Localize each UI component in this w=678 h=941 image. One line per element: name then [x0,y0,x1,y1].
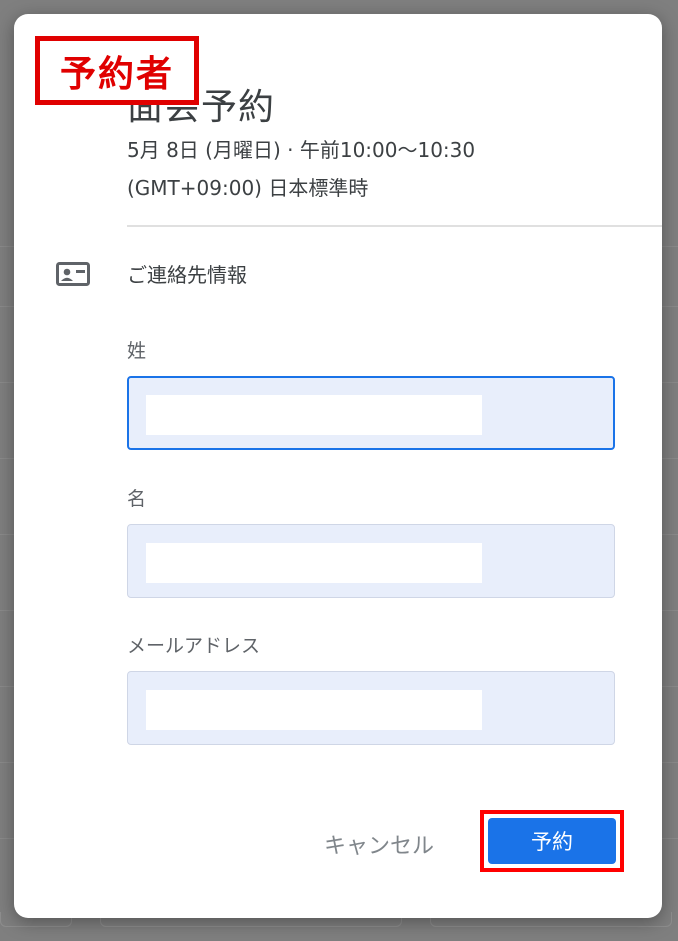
appointment-timezone: (GMT+09:00) 日本標準時 [127,176,369,200]
booker-annotation-label: 予約者 [35,36,199,105]
contact-info-heading: ご連絡先情報 [127,263,247,287]
last-name-label: 姓 [127,340,147,362]
first-name-field[interactable] [127,524,615,598]
booking-dialog: 面会予約 5月 8日 (月曜日) · 午前10:00～10:30 (GMT+09… [14,14,662,918]
last-name-input[interactable] [129,378,613,448]
cancel-button[interactable]: キャンセル [314,826,444,862]
reserve-button[interactable]: 予約 [488,818,616,864]
first-name-label: 名 [127,488,147,510]
contact-card-icon [56,262,90,286]
last-name-field[interactable] [127,376,615,450]
email-input[interactable] [128,672,614,744]
divider [127,225,662,227]
email-label: メールアドレス [127,635,261,657]
appointment-datetime: 5月 8日 (月曜日) · 午前10:00～10:30 [127,138,476,162]
email-field[interactable] [127,671,615,745]
first-name-input[interactable] [128,525,614,597]
reserve-button-highlight: 予約 [480,810,624,872]
